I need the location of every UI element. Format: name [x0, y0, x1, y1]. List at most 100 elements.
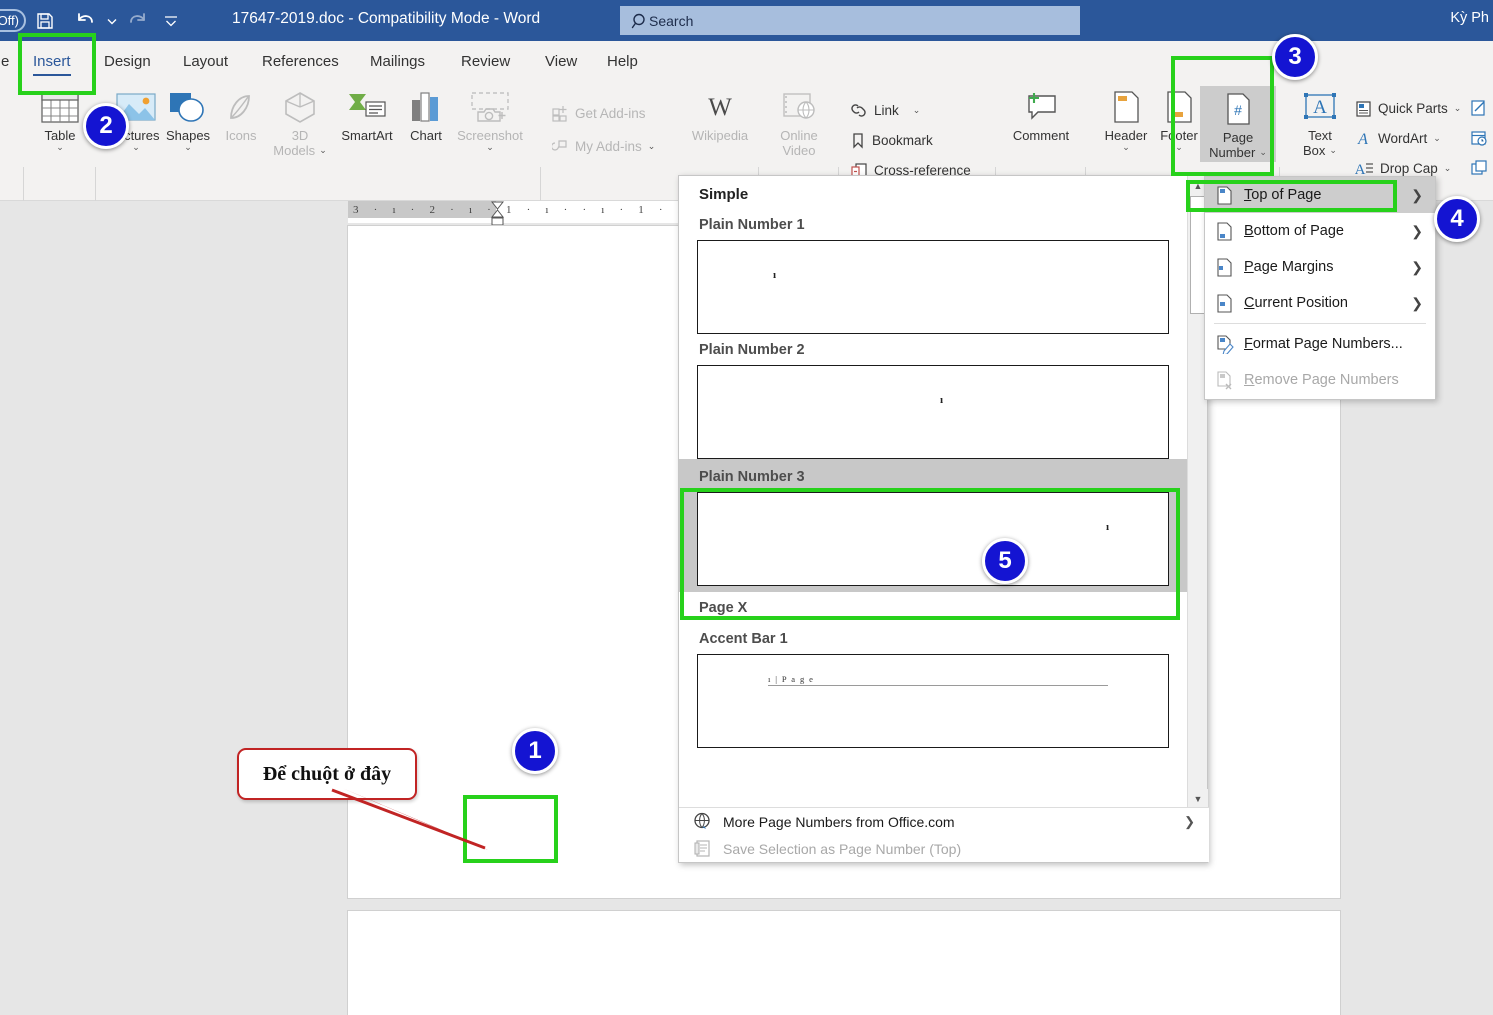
- quick-parts-button[interactable]: Quick Parts ⌄: [1355, 95, 1461, 121]
- tab-view[interactable]: View: [536, 41, 586, 81]
- tab-mailings[interactable]: Mailings: [361, 41, 434, 81]
- chevron-down-icon[interactable]: ⌄: [1122, 143, 1130, 152]
- chevron-right-icon: ❯: [1411, 222, 1423, 239]
- drop-cap-icon: A: [1355, 160, 1374, 177]
- autosave-toggle[interactable]: Off): [0, 9, 26, 32]
- chevron-down-icon[interactable]: ⌄: [1454, 103, 1462, 113]
- more-page-numbers-label: More Page Numbers from Office.com: [723, 813, 955, 830]
- signature-line-button[interactable]: [1470, 95, 1488, 121]
- gallery-item-label: Plain Number 3: [699, 469, 805, 485]
- search-placeholder: Search: [649, 12, 694, 29]
- svg-text:A: A: [1313, 97, 1327, 118]
- gallery-item-label: Accent Bar 1: [699, 631, 788, 647]
- online-video-button[interactable]: Online Video: [763, 86, 835, 158]
- search-input[interactable]: Search: [620, 6, 1080, 35]
- menu-item-label: Current Position: [1244, 295, 1348, 311]
- scroll-down-arrow-icon[interactable]: ▼: [1188, 789, 1208, 809]
- chevron-down-icon[interactable]: ⌄: [132, 143, 140, 152]
- menu-item-top-of-page[interactable]: TTop of Pageop of Page ❯: [1205, 177, 1435, 213]
- object-icon: [1470, 159, 1488, 177]
- chevron-down-icon[interactable]: ⌄: [319, 146, 327, 155]
- chart-icon: [407, 86, 445, 128]
- wordart-label: WordArt: [1378, 130, 1428, 146]
- title-bar: Off) 17647-2019.doc - Compatibility Mode…: [0, 0, 1493, 41]
- redo-icon[interactable]: [125, 8, 151, 34]
- my-addins-label: My Add-ins: [575, 138, 642, 154]
- chevron-down-icon[interactable]: ⌄: [1175, 143, 1183, 152]
- date-time-button[interactable]: [1470, 125, 1488, 151]
- screenshot-label: Screenshot: [457, 128, 523, 143]
- tab-label: Help: [607, 52, 638, 70]
- get-addins-button[interactable]: Get Add-ins: [552, 100, 646, 126]
- comment-button[interactable]: Comment: [1002, 86, 1080, 143]
- wordart-button[interactable]: A WordArt ⌄: [1355, 125, 1441, 151]
- text-box-button[interactable]: A Text Box ⌄: [1288, 86, 1352, 158]
- gallery-item-page-x[interactable]: Page X: [679, 592, 1187, 623]
- tab-home[interactable]: e: [0, 41, 18, 81]
- my-addins-icon: [552, 138, 569, 155]
- my-addins-button[interactable]: My Add-ins ⌄: [552, 133, 655, 159]
- gallery-item-plain-number-1[interactable]: Plain Number 1 ı: [679, 209, 1187, 334]
- page-number-mark: ı | P a g e: [768, 674, 815, 684]
- page-number-gallery[interactable]: Simple Plain Number 1 ı Plain Number 2 ı…: [678, 175, 1209, 863]
- chevron-down-icon[interactable]: ⌄: [1259, 148, 1267, 157]
- page-number-button[interactable]: # Page Number ⌄: [1200, 86, 1276, 162]
- menu-item-format-page-numbers[interactable]: Format Page Numbers...: [1205, 326, 1435, 362]
- customize-qat-icon[interactable]: [158, 8, 184, 34]
- chevron-down-icon[interactable]: ⌄: [486, 143, 494, 152]
- bookmark-label: Bookmark: [872, 132, 933, 148]
- tab-design[interactable]: Design: [95, 41, 160, 81]
- wikipedia-icon: W: [702, 86, 738, 128]
- menu-item-current-position[interactable]: Current Position ❯: [1205, 285, 1435, 321]
- wikipedia-button[interactable]: W Wikipedia: [680, 86, 760, 143]
- footer-label: Footer: [1160, 128, 1198, 143]
- header-label: Header: [1104, 128, 1148, 143]
- 3d-models-button[interactable]: 3D Models ⌄: [263, 86, 337, 158]
- undo-dropdown-icon[interactable]: [99, 8, 125, 34]
- wordart-icon: A: [1355, 130, 1372, 147]
- tab-review[interactable]: Review: [452, 41, 519, 81]
- tab-label: e: [1, 52, 10, 70]
- page-number-dropdown-menu[interactable]: TTop of Pageop of Page ❯ Bottom of Page …: [1204, 176, 1436, 400]
- chevron-down-icon[interactable]: ⌄: [1329, 146, 1337, 155]
- save-icon[interactable]: [32, 8, 58, 34]
- chevron-down-icon[interactable]: ⌄: [913, 105, 921, 115]
- tab-layout[interactable]: Layout: [174, 41, 237, 81]
- tab-help[interactable]: Help: [598, 41, 647, 81]
- tab-label: View: [545, 52, 578, 70]
- smartart-label: SmartArt: [341, 128, 393, 143]
- chart-label: Chart: [410, 128, 442, 143]
- gallery-scroll-port: Simple Plain Number 1 ı Plain Number 2 ı…: [679, 176, 1187, 809]
- header-icon: [1109, 86, 1143, 128]
- menu-item-bottom-of-page[interactable]: Bottom of Page ❯: [1205, 213, 1435, 249]
- chevron-down-icon[interactable]: ⌄: [56, 143, 64, 152]
- more-page-numbers-button[interactable]: More Page Numbers from Office.com ❯: [679, 808, 1209, 835]
- link-button[interactable]: Link ⌄: [850, 97, 920, 123]
- chevron-down-icon[interactable]: ⌄: [184, 143, 192, 152]
- comment-label: Comment: [1012, 128, 1070, 143]
- gallery-item-accent-bar-1[interactable]: Accent Bar 1 ı | P a g e: [679, 623, 1187, 748]
- chevron-down-icon[interactable]: ⌄: [648, 141, 656, 151]
- chevron-down-icon[interactable]: ⌄: [1444, 163, 1452, 173]
- page-bottom-number-icon: [1215, 221, 1234, 241]
- step-badge-3: 3: [1272, 34, 1318, 80]
- object-button[interactable]: [1470, 155, 1488, 181]
- bookmark-button[interactable]: Bookmark: [850, 127, 933, 153]
- chevron-down-icon[interactable]: ⌄: [1433, 133, 1441, 143]
- gallery-item-plain-number-3[interactable]: Plain Number 3 ı: [679, 459, 1187, 592]
- gallery-item-label: Plain Number 1: [699, 217, 805, 233]
- tab-insert[interactable]: Insert: [24, 41, 80, 81]
- document-page-2[interactable]: Điều 3: Bên thuê nhà ...................…: [348, 911, 1340, 1015]
- gallery-item-plain-number-2[interactable]: Plain Number 2 ı: [679, 334, 1187, 459]
- chevron-right-icon: ❯: [1411, 258, 1423, 275]
- menu-item-page-margins[interactable]: Page Margins ❯: [1205, 249, 1435, 285]
- page-top-number-icon: [1215, 185, 1234, 205]
- indent-marker-icon[interactable]: [491, 201, 504, 227]
- menu-item-label: Remove Page Numbers: [1244, 372, 1399, 388]
- shapes-icon: [167, 86, 209, 128]
- undo-icon[interactable]: [72, 8, 98, 34]
- screenshot-button[interactable]: Screenshot ⌄: [450, 86, 530, 152]
- menu-item-label: TTop of Pageop of Page: [1244, 187, 1322, 203]
- tab-references[interactable]: References: [253, 41, 348, 81]
- page-number-mark: ı: [1106, 521, 1110, 533]
